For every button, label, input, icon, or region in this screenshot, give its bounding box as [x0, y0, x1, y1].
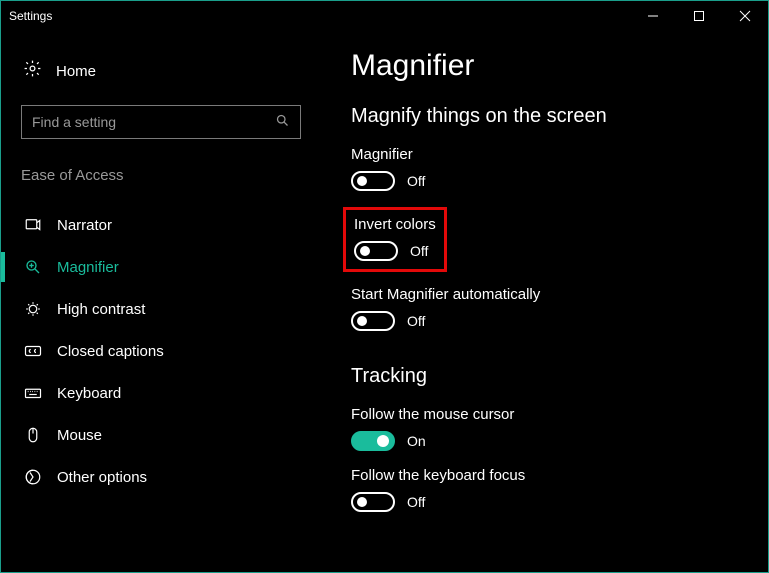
maximize-button[interactable]	[676, 1, 722, 31]
setting-magnifier: Magnifier Off	[351, 146, 748, 191]
sidebar: Home Ease of Access Narrator Magnifier	[1, 31, 321, 572]
window-title: Settings	[9, 9, 52, 23]
sidebar-item-label: Mouse	[57, 427, 102, 444]
sidebar-item-mouse[interactable]: Mouse	[21, 414, 301, 456]
setting-follow-cursor: Follow the mouse cursor On	[351, 406, 748, 451]
toggle-invert-colors[interactable]	[354, 241, 398, 261]
sidebar-item-label: Other options	[57, 469, 147, 486]
setting-follow-keyboard: Follow the keyboard focus Off	[351, 467, 748, 512]
sidebar-item-label: Keyboard	[57, 385, 121, 402]
search-input[interactable]	[32, 114, 275, 130]
high-contrast-icon	[23, 300, 43, 318]
minimize-button[interactable]	[630, 1, 676, 31]
toggle-follow-cursor[interactable]	[351, 431, 395, 451]
sidebar-item-closed-captions[interactable]: Closed captions	[21, 330, 301, 372]
setting-invert-colors: Invert colors Off	[354, 216, 436, 261]
toggle-auto-start[interactable]	[351, 311, 395, 331]
toggle-state: Off	[410, 243, 428, 259]
setting-label: Follow the keyboard focus	[351, 467, 748, 484]
closed-captions-icon	[23, 342, 43, 360]
close-button[interactable]	[722, 1, 768, 31]
narrator-icon	[23, 216, 43, 234]
home-label: Home	[56, 63, 96, 80]
main-panel: Magnifier Magnify things on the screen M…	[321, 31, 768, 572]
toggle-follow-keyboard[interactable]	[351, 492, 395, 512]
sidebar-item-label: Narrator	[57, 217, 112, 234]
sidebar-item-keyboard[interactable]: Keyboard	[21, 372, 301, 414]
titlebar: Settings	[1, 1, 768, 31]
setting-label: Start Magnifier automatically	[351, 286, 748, 303]
keyboard-icon	[23, 384, 43, 402]
sidebar-item-high-contrast[interactable]: High contrast	[21, 288, 301, 330]
setting-label: Follow the mouse cursor	[351, 406, 748, 423]
setting-auto-start: Start Magnifier automatically Off	[351, 286, 748, 331]
toggle-state: Off	[407, 494, 425, 510]
magnifier-icon	[23, 258, 43, 276]
nav-list: Narrator Magnifier High contrast Closed …	[21, 204, 301, 498]
sidebar-item-label: Closed captions	[57, 343, 164, 360]
sidebar-item-label: Magnifier	[57, 259, 119, 276]
page-title: Magnifier	[351, 49, 748, 83]
section-heading-magnify: Magnify things on the screen	[351, 105, 748, 128]
home-button[interactable]: Home	[21, 59, 301, 83]
sidebar-item-magnifier[interactable]: Magnifier	[21, 246, 301, 288]
category-label: Ease of Access	[21, 167, 301, 184]
sidebar-item-narrator[interactable]: Narrator	[21, 204, 301, 246]
gear-icon	[23, 59, 42, 83]
sidebar-item-label: High contrast	[57, 301, 145, 318]
other-options-icon	[23, 468, 43, 486]
toggle-state: On	[407, 433, 426, 449]
setting-label: Magnifier	[351, 146, 748, 163]
search-box[interactable]	[21, 105, 301, 139]
toggle-magnifier[interactable]	[351, 171, 395, 191]
setting-label: Invert colors	[354, 216, 436, 233]
search-icon	[275, 113, 290, 131]
highlight-box: Invert colors Off	[343, 207, 447, 272]
mouse-icon	[23, 426, 43, 444]
sidebar-item-other-options[interactable]: Other options	[21, 456, 301, 498]
toggle-state: Off	[407, 313, 425, 329]
section-heading-tracking: Tracking	[351, 365, 748, 388]
toggle-state: Off	[407, 173, 425, 189]
